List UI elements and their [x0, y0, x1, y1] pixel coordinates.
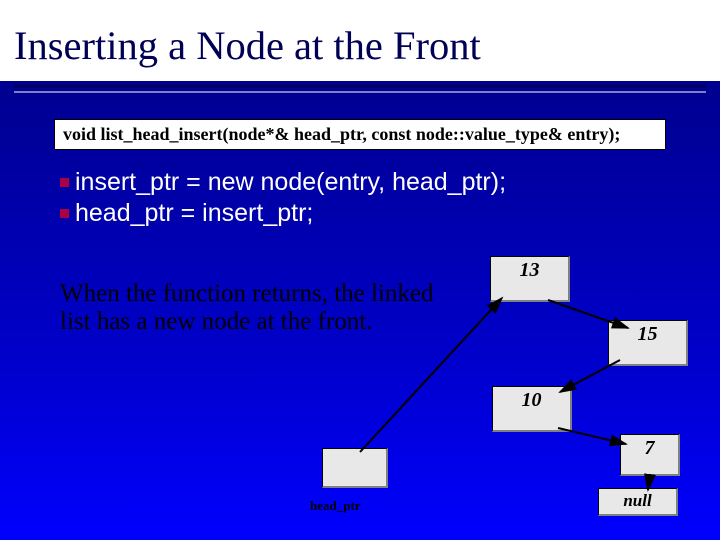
bullet-icon — [60, 178, 69, 187]
node-10: 10 — [492, 386, 572, 432]
code-line-2: head_ptr = insert_ptr; — [60, 199, 720, 228]
node-13: 13 — [490, 256, 570, 302]
node-15: 15 — [608, 320, 688, 366]
node-7-value: 7 — [621, 435, 678, 460]
divider-thick — [14, 85, 706, 88]
node-13-value: 13 — [491, 257, 568, 282]
signature-text: void list_head_insert(node*& head_ptr, c… — [63, 124, 620, 144]
code-text-1: insert_ptr = new node(entry, head_ptr); — [75, 168, 506, 197]
node-null-value: null — [599, 489, 676, 511]
node-15-value: 15 — [609, 321, 686, 346]
head-ptr-box — [322, 448, 388, 488]
divider-thin — [14, 91, 706, 93]
explanation-text: When the function returns, the linked li… — [60, 280, 440, 336]
code-text-2: head_ptr = insert_ptr; — [75, 199, 313, 228]
signature-box: void list_head_insert(node*& head_ptr, c… — [54, 119, 666, 150]
node-null: null — [598, 488, 678, 516]
code-line-1: insert_ptr = new node(entry, head_ptr); — [60, 168, 720, 197]
page-title: Inserting a Node at the Front — [14, 22, 706, 69]
node-7: 7 — [620, 434, 680, 476]
node-10-value: 10 — [493, 387, 570, 412]
head-ptr-label: head_ptr — [310, 498, 361, 514]
code-content: insert_ptr = new node(entry, head_ptr); … — [60, 168, 720, 228]
title-area: Inserting a Node at the Front — [0, 0, 720, 81]
bullet-icon — [60, 209, 69, 218]
